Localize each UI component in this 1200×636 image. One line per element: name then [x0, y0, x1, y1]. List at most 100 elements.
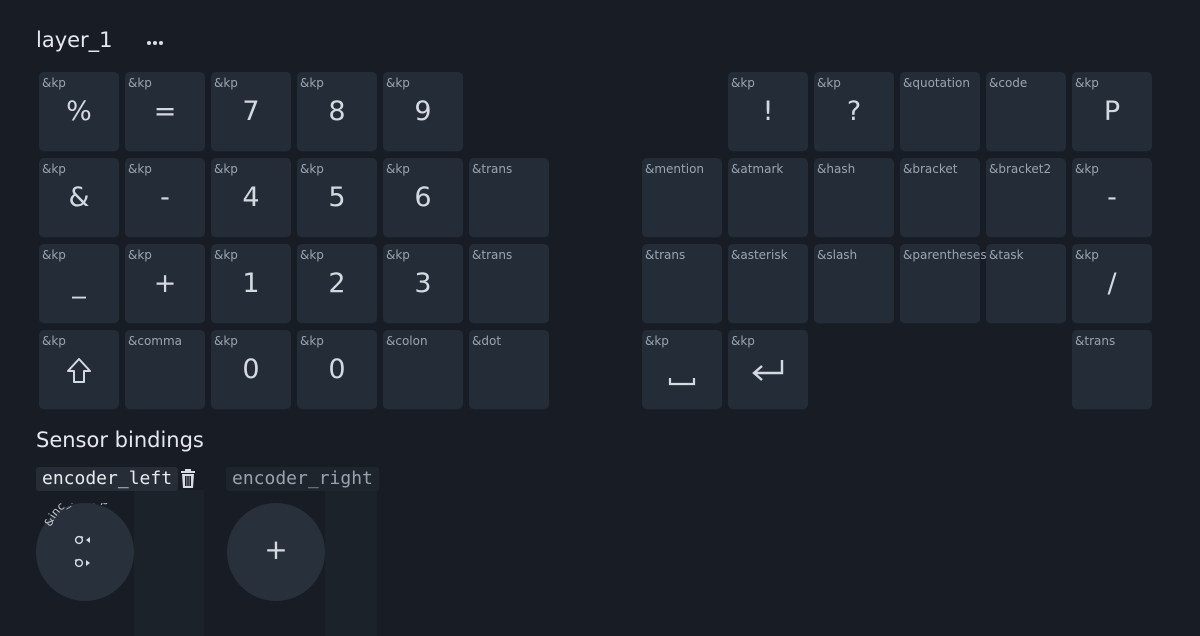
- key-binding: &quotation: [903, 76, 970, 90]
- key[interactable]: &kp%: [39, 72, 119, 152]
- key-binding: &atmark: [731, 162, 784, 176]
- key[interactable]: &dot: [469, 330, 549, 410]
- key[interactable]: &slash: [814, 244, 894, 324]
- key-binding: &mention: [645, 162, 705, 176]
- key[interactable]: &code: [986, 72, 1066, 152]
- key[interactable]: &kp =: [125, 72, 205, 152]
- key-binding: &kp: [42, 76, 66, 90]
- key-label: %: [66, 96, 92, 127]
- key-binding: &kp: [42, 334, 66, 348]
- key[interactable]: &kp &: [39, 158, 119, 238]
- key-binding: &kp: [300, 76, 324, 90]
- encoder-right-column: [325, 490, 377, 636]
- key[interactable]: &colon: [383, 330, 463, 410]
- plus-icon: +: [264, 533, 288, 566]
- key[interactable]: &atmark: [728, 158, 808, 238]
- key[interactable]: &quotation: [900, 72, 980, 152]
- key[interactable]: &kp: [642, 330, 722, 410]
- key[interactable]: &kp P: [1072, 72, 1152, 152]
- key-label: 3: [414, 268, 432, 299]
- key-binding: &kp: [817, 76, 841, 90]
- key[interactable]: &kp?: [814, 72, 894, 152]
- encoder-left-column: [134, 490, 204, 636]
- key[interactable]: &mention: [642, 158, 722, 238]
- key[interactable]: &kp 7: [211, 72, 291, 152]
- key[interactable]: &kp!: [728, 72, 808, 152]
- key-binding: &kp: [386, 162, 410, 176]
- key[interactable]: &kp 0: [297, 330, 377, 410]
- key-binding: &task: [989, 248, 1024, 262]
- key[interactable]: &task: [986, 244, 1066, 324]
- key[interactable]: &kp 2: [297, 244, 377, 324]
- key-binding: &trans: [472, 162, 513, 176]
- key[interactable]: &kp +: [125, 244, 205, 324]
- key[interactable]: &trans: [469, 244, 549, 324]
- encoder-left-knob[interactable]: &inc_dec_kp: [36, 503, 134, 601]
- key[interactable]: &hash: [814, 158, 894, 238]
- key-label: -: [1107, 182, 1117, 213]
- key-label: P: [1103, 96, 1121, 127]
- key-binding: &trans: [645, 248, 686, 262]
- key-label: 4: [242, 182, 260, 213]
- key-label: ?: [846, 96, 862, 127]
- key-binding: &kp: [300, 248, 324, 262]
- key-label: 9: [414, 96, 432, 127]
- key-binding: &kp: [731, 334, 755, 348]
- key-binding: &bracket: [903, 162, 958, 176]
- key-binding: &kp: [645, 334, 669, 348]
- encoder-right-label: encoder_right: [226, 467, 379, 491]
- key-binding: &code: [989, 76, 1028, 90]
- key[interactable]: &kp 1: [211, 244, 291, 324]
- key-label: 0: [328, 354, 346, 385]
- key[interactable]: &bracket2: [986, 158, 1066, 238]
- key-binding: &kp: [214, 334, 238, 348]
- key[interactable]: &parentheses: [900, 244, 987, 324]
- key-label: +: [153, 268, 177, 299]
- key[interactable]: &comma: [125, 330, 205, 410]
- key[interactable]: &kp -: [1072, 158, 1152, 238]
- add-encoder-binding-button[interactable]: +: [227, 503, 325, 601]
- key[interactable]: &trans: [1072, 330, 1152, 410]
- key-binding: &kp: [214, 162, 238, 176]
- key-label: 8: [328, 96, 346, 127]
- key[interactable]: &kp 3: [383, 244, 463, 324]
- key-binding: &kp: [128, 248, 152, 262]
- key[interactable]: &kp 8: [297, 72, 377, 152]
- key-binding: &kp: [300, 162, 324, 176]
- rotate-ccw-icon: [74, 558, 90, 568]
- key-label: /: [1107, 268, 1117, 299]
- key[interactable]: &asterisk: [728, 244, 808, 324]
- key-binding: &kp: [386, 248, 410, 262]
- key-label: 6: [414, 182, 432, 213]
- key-label: 2: [328, 268, 346, 299]
- key[interactable]: &kp -: [125, 158, 205, 238]
- key-label: =: [153, 96, 177, 127]
- key[interactable]: &trans: [642, 244, 722, 324]
- key-binding: &trans: [472, 248, 513, 262]
- key[interactable]: &kp: [728, 330, 808, 410]
- key-label: 0: [242, 354, 260, 385]
- key-binding: &slash: [817, 248, 858, 262]
- key[interactable]: &kp 4: [211, 158, 291, 238]
- key[interactable]: &kp: [39, 330, 119, 410]
- key[interactable]: &kp /: [1072, 244, 1152, 324]
- keyboard-layout: &kp% &kp = &kp 7 &kp 8 &kp 9 &kp! &kp? &quotation &c…: [0, 0, 1200, 420]
- key-label: -: [160, 182, 170, 213]
- key[interactable]: &kp 9: [383, 72, 463, 152]
- key[interactable]: &trans: [469, 158, 549, 238]
- key[interactable]: &kp _: [39, 244, 119, 324]
- shift-icon: [39, 356, 119, 388]
- key[interactable]: &bracket: [900, 158, 980, 238]
- key[interactable]: &kp 0: [211, 330, 291, 410]
- key-binding: &kp: [214, 76, 238, 90]
- key-binding: &kp: [42, 162, 66, 176]
- key-binding: &bracket2: [989, 162, 1052, 176]
- key[interactable]: &kp 5: [297, 158, 377, 238]
- key-binding: &kp: [214, 248, 238, 262]
- key[interactable]: &kp 6: [383, 158, 463, 238]
- key-label: 1: [242, 268, 260, 299]
- trash-icon[interactable]: [179, 469, 197, 489]
- sensor-bindings-title: Sensor bindings: [36, 428, 204, 452]
- key-label: !: [762, 96, 774, 127]
- key-binding: &kp: [731, 76, 755, 90]
